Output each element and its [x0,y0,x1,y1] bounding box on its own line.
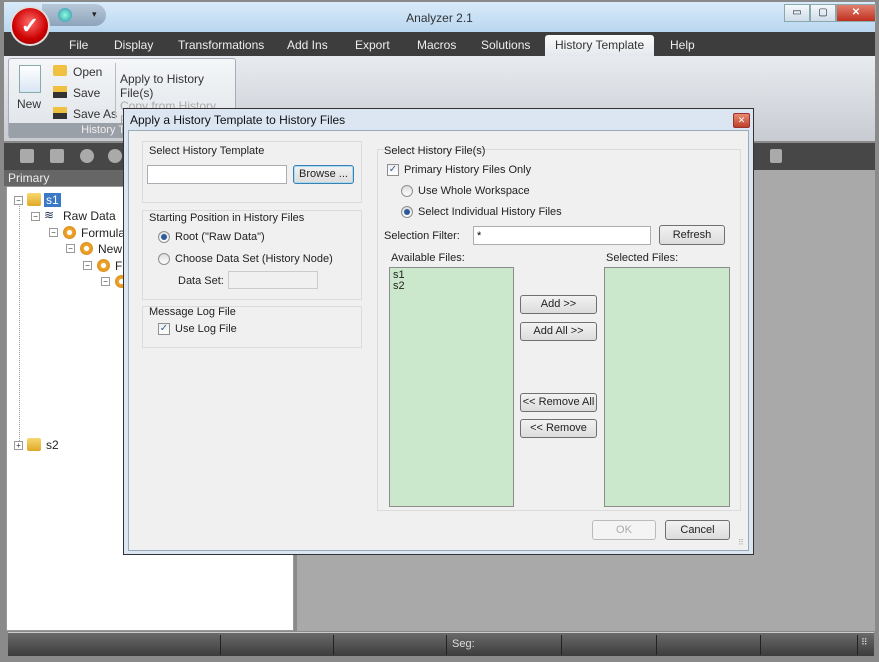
tree-node-formula[interactable]: Formula [81,226,125,240]
save-icon [53,86,67,98]
collapse-icon[interactable]: − [83,261,92,270]
data-set-input[interactable] [228,271,318,289]
zoom-out-icon[interactable] [108,149,122,163]
collapse-icon[interactable]: − [101,277,110,286]
apply-history-template-dialog: Apply a History Template to History File… [123,108,754,555]
add-button[interactable]: Add >> [520,295,597,314]
root-label: Root ("Raw Data") [175,231,265,243]
menu-transformations[interactable]: Transformations [178,38,264,52]
whole-workspace-label: Use Whole Workspace [418,185,530,197]
app-logo[interactable]: ✓ [10,6,50,46]
history-file-icon [27,438,41,451]
whole-workspace-radio[interactable] [401,185,413,197]
dialog-title: Apply a History Template to History File… [130,113,346,127]
history-file-icon [27,193,41,206]
dialog-body: Select History Template Browse ... Start… [128,130,749,551]
refresh-button[interactable]: Refresh [659,225,725,245]
status-seg: Seg: [452,638,475,650]
selection-filter-label: Selection Filter: [384,230,460,242]
tree-node-new[interactable]: New [98,242,122,256]
gear-icon [80,242,93,255]
toolbar-icon-1[interactable] [20,149,34,163]
collapse-icon[interactable]: − [49,228,58,237]
available-files-label: Available Files: [391,252,465,264]
zoom-in-icon[interactable] [80,149,94,163]
collapse-icon[interactable]: − [31,212,40,221]
template-path-input[interactable] [147,165,287,184]
expand-icon[interactable]: + [14,441,23,450]
remove-button[interactable]: << Remove [520,419,597,438]
gear-icon [97,259,110,272]
choose-data-set-radio[interactable] [158,253,170,265]
menu-macros[interactable]: Macros [417,38,456,52]
menu-add-ins[interactable]: Add Ins [287,38,328,52]
app-title: Analyzer 2.1 [406,11,473,25]
list-item[interactable]: s2 [393,281,510,292]
add-all-button[interactable]: Add All >> [520,322,597,341]
selected-files-list[interactable] [604,267,730,507]
select-history-files-label: Select History File(s) [384,145,486,157]
status-bar: Seg: ⠿ [8,632,874,656]
menu-history-template[interactable]: History Template [545,35,655,57]
minimize-button[interactable]: ▭ [784,4,810,22]
use-log-file-checkbox[interactable]: ✓ [158,323,170,335]
apply-to-history-files-button[interactable]: Apply to History File(s) [120,72,235,100]
dialog-close-button[interactable]: ✕ [733,113,750,128]
title-bar: ✓ ▾ Analyzer 2.1 ▭ ▢ ✕ [4,2,876,46]
tree-line [19,202,20,445]
ok-button[interactable]: OK [592,520,656,540]
selection-filter-input[interactable] [473,226,651,245]
toolbar-icon-2[interactable] [50,149,64,163]
maximize-button[interactable]: ▢ [810,4,836,22]
selected-files-label: Selected Files: [606,252,679,264]
new-button[interactable]: New [17,97,41,111]
select-template-label: Select History Template [149,145,265,157]
waveform-icon: ≋ [44,208,55,222]
open-folder-icon [53,65,67,76]
available-files-list[interactable]: s1 s2 [389,267,514,507]
individual-files-radio[interactable] [401,206,413,218]
gear-icon [63,226,76,239]
menu-help[interactable]: Help [670,38,695,52]
collapse-icon[interactable]: − [66,244,75,253]
root-radio[interactable] [158,231,170,243]
primary-only-label: Primary History Files Only [404,164,532,176]
new-document-icon [19,65,41,93]
menu-display[interactable]: Display [114,38,153,52]
collapse-icon[interactable]: − [14,196,23,205]
open-button[interactable]: Open [73,65,102,79]
menu-export[interactable]: Export [355,38,390,52]
menu-file[interactable]: File [69,38,88,52]
remove-all-button[interactable]: << Remove All [520,393,597,412]
save-button[interactable]: Save [73,86,100,100]
menu-solutions[interactable]: Solutions [481,38,530,52]
save-as-button[interactable]: Save As [73,107,117,121]
message-log-label: Message Log File [149,306,236,318]
individual-files-label: Select Individual History Files [418,206,562,218]
save-as-icon [53,107,67,119]
starting-position-label: Starting Position in History Files [149,212,305,224]
resize-grip-icon[interactable]: ⠿ [738,538,744,547]
use-log-file-label: Use Log File [175,323,237,335]
cancel-button[interactable]: Cancel [665,520,730,540]
pause-icon[interactable] [770,149,782,163]
browse-button[interactable]: Browse ... [293,165,354,184]
data-set-label: Data Set: [178,275,224,287]
menu-bar: File Display Transformations Add Ins Exp… [4,32,875,57]
close-button[interactable]: ✕ [836,4,876,22]
tree-node-s2[interactable]: s2 [46,438,59,452]
resize-grip-icon[interactable]: ⠿ [861,637,868,648]
list-item[interactable]: s1 [393,270,510,281]
divider [115,63,116,119]
tree-node-raw-data[interactable]: Raw Data [63,209,116,223]
choose-data-set-label: Choose Data Set (History Node) [175,253,333,265]
primary-only-checkbox[interactable]: ✓ [387,164,399,176]
tree-node-s1[interactable]: s1 [44,193,61,207]
